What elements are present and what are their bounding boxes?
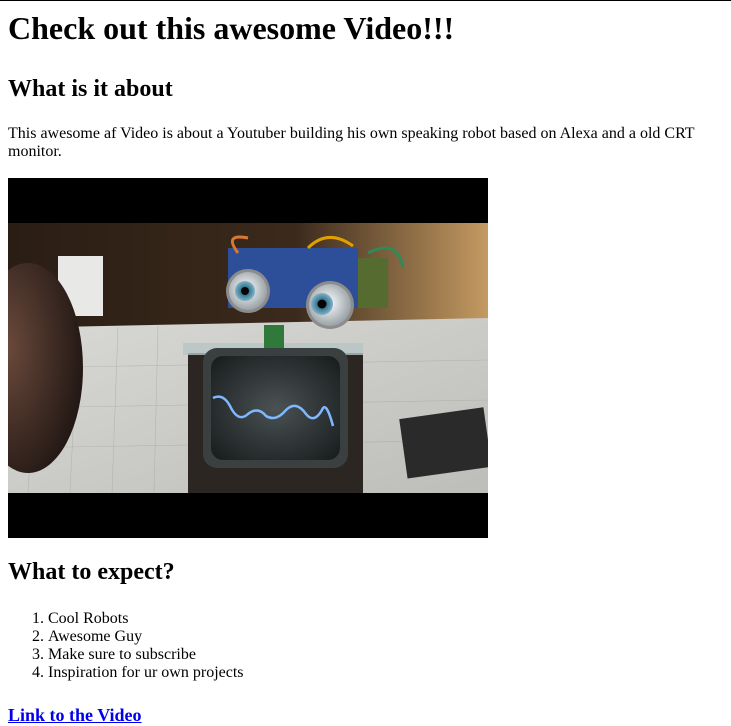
video-thumbnail[interactable] bbox=[8, 178, 488, 538]
about-heading: What is it about bbox=[8, 76, 173, 102]
list-item: Make sure to subscribe bbox=[48, 646, 723, 664]
about-description: This awesome af Video is about a Youtube… bbox=[8, 125, 695, 160]
page-title: Check out this awesome Video!!! bbox=[8, 10, 455, 46]
top-border bbox=[0, 0, 731, 1]
page-content: Check out this awesome Video!!! What is … bbox=[0, 0, 731, 726]
video-link[interactable]: Link to the Video bbox=[8, 704, 142, 726]
list-item: Cool Robots bbox=[48, 610, 723, 628]
expect-list: Cool Robots Awesome Guy Make sure to sub… bbox=[8, 610, 723, 682]
list-item: Inspiration for ur own projects bbox=[48, 664, 723, 682]
video-player[interactable] bbox=[8, 178, 488, 538]
expect-heading: What to expect? bbox=[8, 559, 175, 585]
list-item: Awesome Guy bbox=[48, 628, 723, 646]
